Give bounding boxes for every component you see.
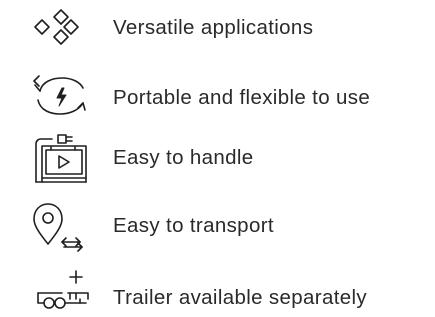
battery-unit-icon bbox=[30, 132, 94, 184]
feature-label: Portable and flexible to use bbox=[113, 86, 371, 109]
feature-label: Trailer available separately bbox=[113, 286, 368, 309]
feature-label: Easy to handle bbox=[113, 146, 254, 169]
cycle-power-icon bbox=[30, 70, 94, 122]
location-transport-icon bbox=[30, 200, 94, 252]
feature-item-easy-to-handle: Easy to handle bbox=[0, 132, 435, 184]
feature-label: Versatile applications bbox=[113, 16, 314, 39]
feature-item-portable-flexible: Portable and flexible to use bbox=[0, 70, 435, 122]
feature-item-easy-to-transport: Easy to transport bbox=[0, 200, 435, 252]
diamonds-icon bbox=[30, 2, 94, 54]
feature-item-trailer: Trailer available separately bbox=[0, 265, 435, 317]
feature-label: Easy to transport bbox=[113, 214, 274, 237]
feature-item-versatile-applications: Versatile applications bbox=[0, 2, 435, 54]
feature-list: Versatile applications Portable and flex… bbox=[0, 0, 435, 317]
trailer-icon bbox=[30, 265, 94, 317]
